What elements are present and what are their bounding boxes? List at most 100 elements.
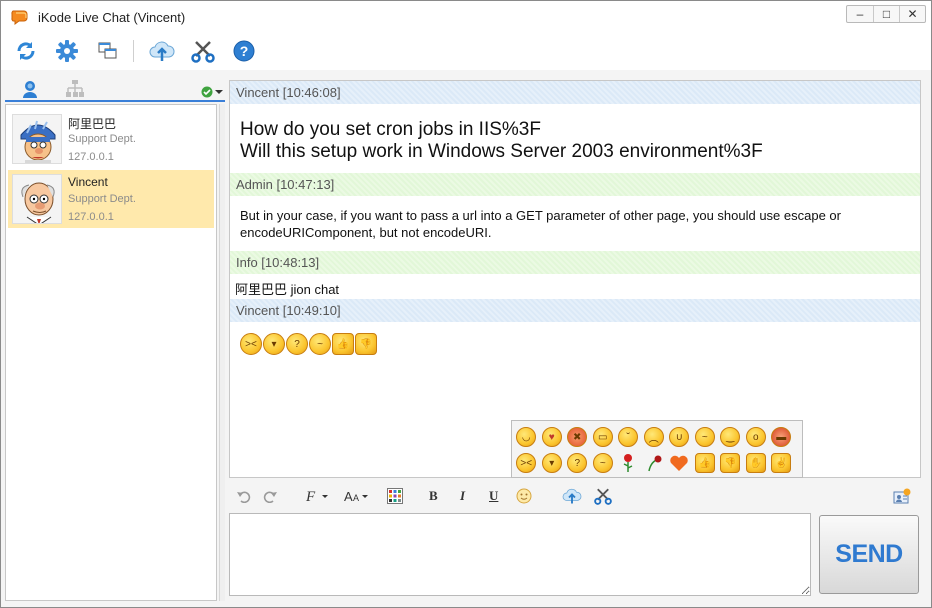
confused-question-emoticon-icon: ? — [286, 333, 308, 355]
rose-icon[interactable] — [616, 450, 641, 476]
font-family-button[interactable]: F — [305, 487, 331, 505]
message-text: But in your case, if you want to pass a … — [240, 208, 841, 240]
cartoon-old-man-avatar-icon — [21, 182, 55, 223]
refresh-button[interactable] — [13, 38, 39, 64]
heart-icon — [670, 455, 688, 471]
window-title: iKode Live Chat (Vincent) — [38, 10, 186, 25]
chat-window: iKode Live Chat (Vincent) – □ ✕ ? 阿里巴巴 S… — [0, 0, 932, 608]
send-button[interactable]: SEND — [819, 515, 919, 594]
smile-emoticon-icon[interactable]: ◡ — [514, 424, 539, 450]
confused-emoticon-icon[interactable]: ? — [565, 450, 590, 476]
message-header: Vincent [10:49:10] — [230, 299, 920, 322]
undo-button[interactable] — [237, 487, 251, 505]
underline-button[interactable]: U — [489, 487, 498, 505]
wilted-rose-icon[interactable] — [642, 450, 667, 476]
screenshot-scissors-icon — [191, 41, 215, 63]
refresh-icon — [17, 42, 35, 60]
screenshot-scissors-icon — [594, 488, 612, 505]
maximize-button[interactable]: □ — [873, 6, 899, 22]
screenshot-button[interactable] — [190, 38, 216, 64]
rose-icon — [623, 454, 633, 472]
left-tabs — [5, 75, 225, 102]
thumbs-down-icon[interactable]: 👎 — [718, 450, 743, 476]
squint-grin-emoticon-icon[interactable]: >< — [514, 450, 539, 476]
victory-hand-icon[interactable]: ✌ — [769, 450, 794, 476]
surprised-emoticon-icon[interactable]: o — [744, 424, 769, 450]
color-palette-button[interactable] — [387, 487, 403, 505]
thumbs-up-icon[interactable]: 👍 — [693, 450, 718, 476]
windows-button[interactable] — [95, 38, 121, 64]
contact-list: 阿里巴巴 Support Dept. 127.0.0.1 Vincent Sup… — [5, 104, 217, 601]
help-button[interactable]: ? — [231, 38, 257, 64]
contact-card-icon — [893, 488, 911, 504]
avatar — [12, 114, 62, 164]
windows-icon — [98, 42, 117, 59]
thinking-emoticon-icon[interactable]: ~ — [693, 424, 718, 450]
wilted-rose-icon — [648, 455, 662, 472]
message-text: Will this setup work in Windows Server 2… — [240, 141, 763, 162]
left-panel: 阿里巴巴 Support Dept. 127.0.0.1 Vincent Sup… — [5, 75, 225, 603]
org-chart-tab-icon[interactable] — [65, 79, 85, 99]
contact-item-active[interactable]: Vincent Support Dept. 127.0.0.1 — [8, 170, 214, 228]
bold-button[interactable]: B — [429, 487, 438, 505]
content-emoticon-icon[interactable]: ‿ — [718, 424, 743, 450]
avatar — [12, 174, 62, 224]
thumbs-down-icon: 👎 — [355, 333, 377, 355]
chat-bubble-icon — [11, 10, 28, 25]
contact-dept: Support Dept. — [68, 133, 136, 145]
grin-teeth-emoticon-icon[interactable]: ▭ — [591, 424, 616, 450]
thumbs-up-icon: 👍 — [332, 333, 354, 355]
emoticon-picker: ◡ ♥ ✖ ▭ ˘ ︵ ∪ ~ ‿ o ▬ >< ▾ ? ~ 👍 👎 ✋ ✌ — [511, 420, 803, 478]
svg-text:F: F — [305, 489, 316, 504]
status-selector[interactable] — [201, 86, 223, 98]
squint-grin-emoticon-icon: >< — [240, 333, 262, 355]
sad-emoticon-icon[interactable]: ︵ — [642, 424, 667, 450]
shy-emoticon-icon[interactable]: ˘ — [616, 424, 641, 450]
message-header: Vincent [10:46:08] — [230, 81, 920, 104]
handshake-icon[interactable]: ✋ — [744, 450, 769, 476]
close-button[interactable]: ✕ — [899, 6, 925, 22]
contact-ip: 127.0.0.1 — [68, 151, 114, 163]
svg-text:A: A — [353, 493, 359, 503]
settings-gear-icon — [56, 40, 78, 62]
contact-dept: Support Dept. — [68, 193, 136, 205]
message-header: Admin [10:47:13] — [230, 173, 920, 196]
contacts-tab-icon[interactable] — [21, 79, 41, 99]
undo-icon — [237, 491, 251, 503]
font-family-icon: F — [305, 489, 328, 504]
upload-button[interactable] — [149, 38, 175, 64]
message-input[interactable] — [229, 513, 811, 596]
redo-button[interactable] — [263, 487, 277, 505]
minimize-button[interactable]: – — [847, 6, 873, 22]
format-toolbar: F AA B I U — [229, 482, 921, 510]
svg-text:A: A — [344, 489, 353, 504]
furious-emoticon-icon[interactable]: ▬ — [769, 424, 794, 450]
redo-icon — [263, 491, 277, 503]
window-controls: – □ ✕ — [846, 5, 926, 23]
emoticon-button[interactable] — [516, 487, 532, 505]
heart-eyes-emoticon-icon[interactable]: ♥ — [540, 424, 565, 450]
contact-card-button[interactable] — [893, 487, 911, 505]
message-header: Info [10:48:13] — [230, 251, 920, 274]
pondering-emoticon-icon[interactable]: ~ — [591, 450, 616, 476]
settings-button[interactable] — [54, 38, 80, 64]
emoticon-message: >< ▾ ? ~ 👍 👎 — [240, 333, 377, 355]
angry-emoticon-icon[interactable]: ✖ — [565, 424, 590, 450]
online-status-icon — [201, 86, 213, 98]
big-grin-emoticon-icon[interactable]: ▾ — [540, 450, 565, 476]
contact-ip: 127.0.0.1 — [68, 211, 114, 223]
send-file-button[interactable] — [562, 487, 582, 505]
italic-button[interactable]: I — [460, 487, 465, 505]
left-panel-scrollbar[interactable] — [219, 104, 225, 601]
chevron-down-icon — [215, 90, 223, 94]
contact-item[interactable]: 阿里巴巴 Support Dept. 127.0.0.1 — [8, 110, 214, 168]
upload-cloud-icon — [562, 488, 582, 504]
heart-icon[interactable] — [667, 450, 692, 476]
laugh-tears-emoticon-icon[interactable]: ∪ — [667, 424, 692, 450]
thinking-emoticon-icon: ~ — [309, 333, 331, 355]
font-size-button[interactable]: AA — [343, 487, 371, 505]
big-grin-emoticon-icon: ▾ — [263, 333, 285, 355]
color-palette-icon — [387, 488, 403, 504]
capture-button[interactable] — [594, 487, 612, 505]
system-message-text: 阿里巴巴 jion chat — [235, 282, 340, 297]
